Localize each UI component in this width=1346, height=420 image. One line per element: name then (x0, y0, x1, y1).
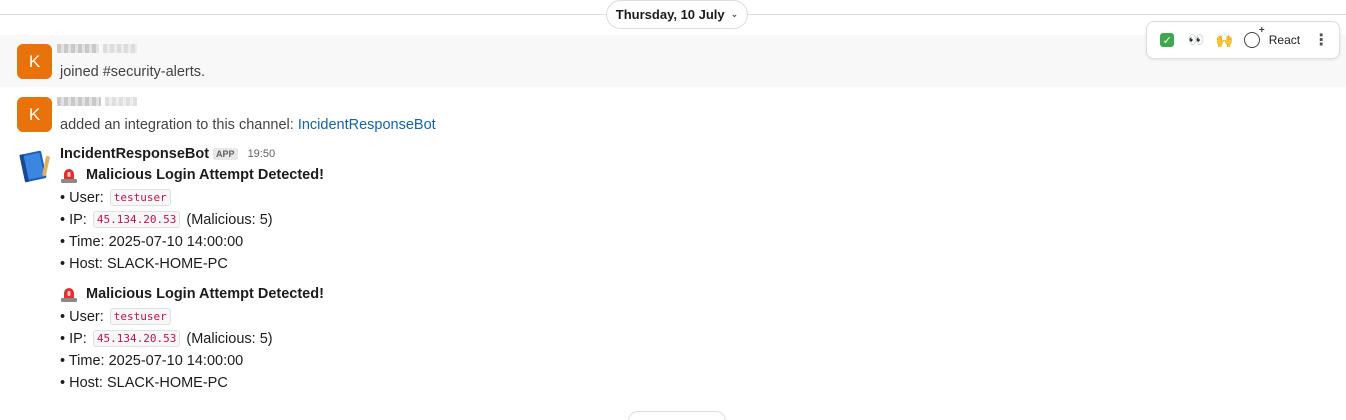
alert-ip: • IP: 45.134.20.53 (Malicious: 5) (60, 211, 273, 228)
avatar[interactable]: K (17, 44, 52, 79)
date-divider-button[interactable]: Thursday, 10 July ⌄ (606, 0, 748, 29)
avatar[interactable]: K (17, 97, 52, 132)
alert-host: • Host: SLACK-HOME-PC (60, 256, 228, 272)
alert-ip: • IP: 45.134.20.53 (Malicious: 5) (60, 330, 273, 347)
date-label: Thursday, 10 July (615, 7, 725, 22)
code-ip: 45.134.20.53 (92, 211, 181, 228)
code-user: testuser (109, 308, 171, 325)
bot-header: IncidentResponseBot APP 19:50 (60, 146, 275, 162)
message-actions-toolbar: ✓ 👀 🙌 React ⋮ (1146, 21, 1340, 59)
rotating-light-icon (61, 169, 77, 183)
message-text: added an integration to this channel: In… (60, 117, 436, 133)
bot-name[interactable]: IncidentResponseBot (60, 146, 209, 162)
react-button[interactable]: React (1242, 25, 1301, 54)
integration-link[interactable]: IncidentResponseBot (298, 117, 436, 133)
code-user: testuser (109, 189, 171, 206)
notebook-avatar-icon[interactable] (17, 148, 53, 184)
add-reaction-icon (1243, 25, 1265, 48)
alert-time: • Time: 2025-07-10 14:00:00 (60, 234, 244, 250)
rotating-light-icon (61, 288, 77, 302)
more-actions-button[interactable]: ⋮ (1309, 26, 1333, 54)
app-badge: APP (213, 148, 238, 160)
message-text: joined #security-alerts. (60, 64, 206, 80)
message-integration[interactable]: K added an integration to this channel: … (0, 88, 1346, 140)
message-join[interactable]: K joined #security-alerts. (0, 35, 1346, 87)
message-time[interactable]: 19:50 (248, 148, 276, 160)
chevron-down-icon: ⌄ (730, 9, 739, 19)
alert-user: • User: testuser (60, 308, 173, 325)
code-ip: 45.134.20.53 (92, 330, 181, 347)
new-messages-pill[interactable] (628, 411, 726, 420)
white-check-mark-icon[interactable]: ✓ (1153, 26, 1181, 54)
alert-host: • Host: SLACK-HOME-PC (60, 375, 228, 391)
channel-messages: Thursday, 10 July ⌄ K joined #security-a… (0, 0, 1346, 420)
alert-user: • User: testuser (60, 189, 173, 206)
redacted-username (57, 96, 137, 107)
eyes-icon[interactable]: 👀 (1181, 26, 1209, 54)
alert-time: • Time: 2025-07-10 14:00:00 (60, 353, 244, 369)
alert-title: Malicious Login Attempt Detected! (60, 286, 324, 302)
redacted-username (57, 43, 137, 54)
alert-title: Malicious Login Attempt Detected! (60, 167, 324, 183)
raised-hands-icon[interactable]: 🙌 (1210, 26, 1238, 54)
